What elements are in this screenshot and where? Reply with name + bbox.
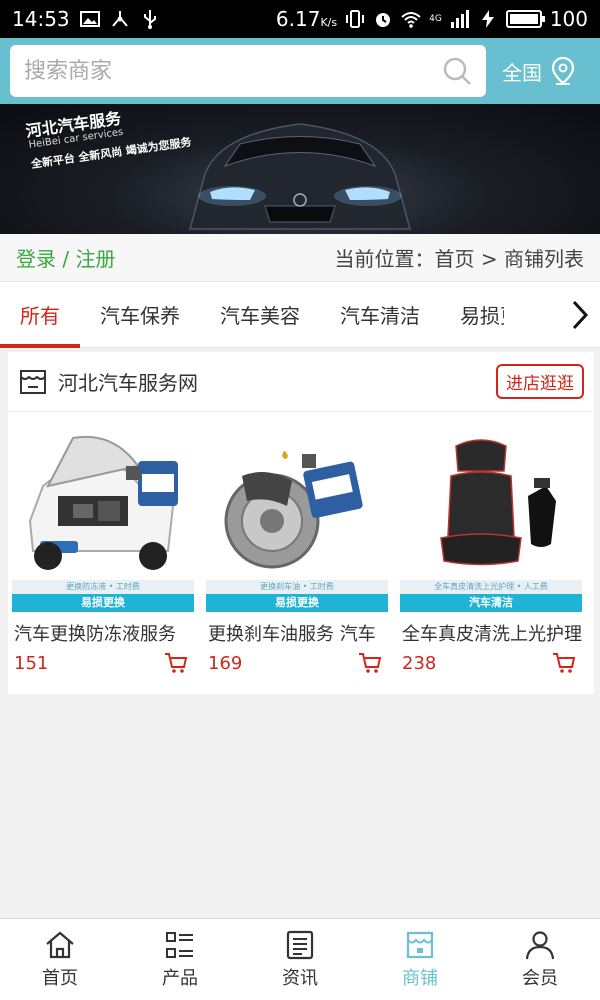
image-icon [79, 11, 100, 27]
battery-level: 100 [549, 7, 588, 31]
shop-name: 河北汽车服务网 [58, 371, 198, 395]
region-label: 全国 [502, 60, 542, 85]
product-caption: 全车真皮清洗上光护理 • 人工费 [400, 580, 582, 594]
product-name[interactable]: 全车真皮清洗上光护理 [400, 620, 582, 646]
product-card[interactable]: 全车真皮清洗上光护理 • 人工费 汽车清洁 全车真皮清洗上光护理 238 [400, 422, 582, 674]
nav-products[interactable]: 产品 [120, 919, 240, 1000]
product-name[interactable]: 汽车更换防冻液服务 [12, 620, 194, 646]
network-speed: 6.17K/s [276, 7, 337, 31]
car-engine-illustration [28, 435, 178, 570]
product-image[interactable] [206, 422, 388, 580]
list-icon [166, 931, 193, 958]
tab-all[interactable]: 所有 [0, 282, 80, 348]
region-selector[interactable]: 全国 [502, 56, 576, 86]
product-name[interactable]: 更换刹车油服务 汽车 [206, 620, 388, 646]
news-icon [286, 930, 314, 959]
alarm-icon [376, 13, 391, 27]
wifi-icon [401, 12, 421, 28]
product-card[interactable]: 更换刹车油 • 工时费 易损更换 更换刹车油服务 汽车 169 [206, 422, 388, 674]
brake-disc-illustration [224, 451, 363, 569]
tab-wear-parts[interactable]: 易损更 [440, 282, 504, 348]
product-image[interactable] [12, 422, 194, 580]
search-input[interactable] [24, 58, 442, 84]
product-list: 更换防冻液 • 工时费 易损更换 汽车更换防冻液服务 151 更换刹车油 • 工… [8, 412, 594, 674]
store-icon [406, 931, 434, 958]
network-type: 4G [429, 13, 442, 24]
nav-news-label: 资讯 [282, 967, 318, 989]
nav-home-label: 首页 [42, 967, 78, 989]
share-icon [111, 11, 128, 27]
status-time: 14:53 [12, 7, 70, 31]
nav-news[interactable]: 资讯 [240, 919, 360, 1000]
bottom-nav: 首页 产品 资讯 商铺 会员 [0, 918, 600, 1000]
battery-icon [505, 10, 545, 28]
store-icon [20, 369, 46, 394]
product-image[interactable] [400, 422, 582, 580]
login-register-link[interactable]: 登录 / 注册 [16, 243, 115, 272]
location-pin-icon [551, 56, 575, 85]
nav-products-label: 产品 [162, 967, 198, 989]
product-caption: 更换刹车油 • 工时费 [206, 580, 388, 594]
cart-icon[interactable] [164, 652, 188, 674]
tab-car-beauty[interactable]: 汽车美容 [200, 282, 320, 348]
nav-stores[interactable]: 商铺 [360, 919, 480, 1000]
home-icon [46, 931, 74, 958]
breadcrumb: 当前位置：首页 > 商铺列表 [334, 247, 584, 271]
tab-car-cleaning[interactable]: 汽车清洁 [320, 282, 440, 348]
nav-member-label: 会员 [522, 967, 558, 989]
product-tag: 易损更换 [206, 594, 388, 612]
tabs-next-button[interactable] [560, 282, 600, 348]
search-header: 全国 [0, 38, 600, 104]
charging-icon [481, 10, 494, 28]
vibrate-icon [346, 10, 365, 28]
product-price: 238 [402, 652, 437, 674]
shop-card: 河北汽车服务网 进店逛逛 更换防冻液 • 工时费 易损更换 汽车更换防冻液服务 … [8, 352, 594, 694]
chevron-right-icon [572, 300, 589, 329]
product-tag: 易损更换 [12, 594, 194, 612]
product-caption: 更换防冻液 • 工时费 [12, 580, 194, 594]
visit-store-button[interactable]: 进店逛逛 [496, 364, 584, 399]
network-speed-value: 6.17 [275, 7, 321, 31]
car-seat-illustration [440, 439, 556, 566]
promo-banner[interactable]: 河北汽车服务 HeiBei car services 全新平台 全新风尚 竭诚为… [0, 104, 600, 234]
cart-icon[interactable] [358, 652, 382, 674]
category-tabs: 所有 汽车保养 汽车美容 汽车清洁 易损更 [0, 282, 600, 348]
product-price: 151 [14, 652, 49, 674]
cart-icon[interactable] [552, 652, 576, 674]
user-icon [525, 930, 555, 959]
car-illustration [189, 123, 411, 230]
product-card[interactable]: 更换防冻液 • 工时费 易损更换 汽车更换防冻液服务 151 [12, 422, 194, 674]
search-box[interactable] [10, 45, 486, 97]
nav-home[interactable]: 首页 [0, 919, 120, 1000]
signal-icon [450, 10, 469, 28]
search-icon[interactable] [442, 56, 472, 86]
shop-header: 河北汽车服务网 进店逛逛 [8, 352, 594, 412]
product-tag: 汽车清洁 [400, 594, 582, 612]
location-bar: 登录 / 注册 当前位置：首页 > 商铺列表 [0, 234, 600, 282]
status-bar: 14:53 6.17K/s 4G 100 [0, 0, 600, 38]
nav-stores-label: 商铺 [402, 967, 438, 989]
product-price: 169 [208, 652, 243, 674]
usb-icon [143, 10, 156, 29]
tab-car-maintenance[interactable]: 汽车保养 [80, 282, 200, 348]
nav-member[interactable]: 会员 [480, 919, 600, 1000]
network-speed-unit: K/s [320, 16, 338, 29]
